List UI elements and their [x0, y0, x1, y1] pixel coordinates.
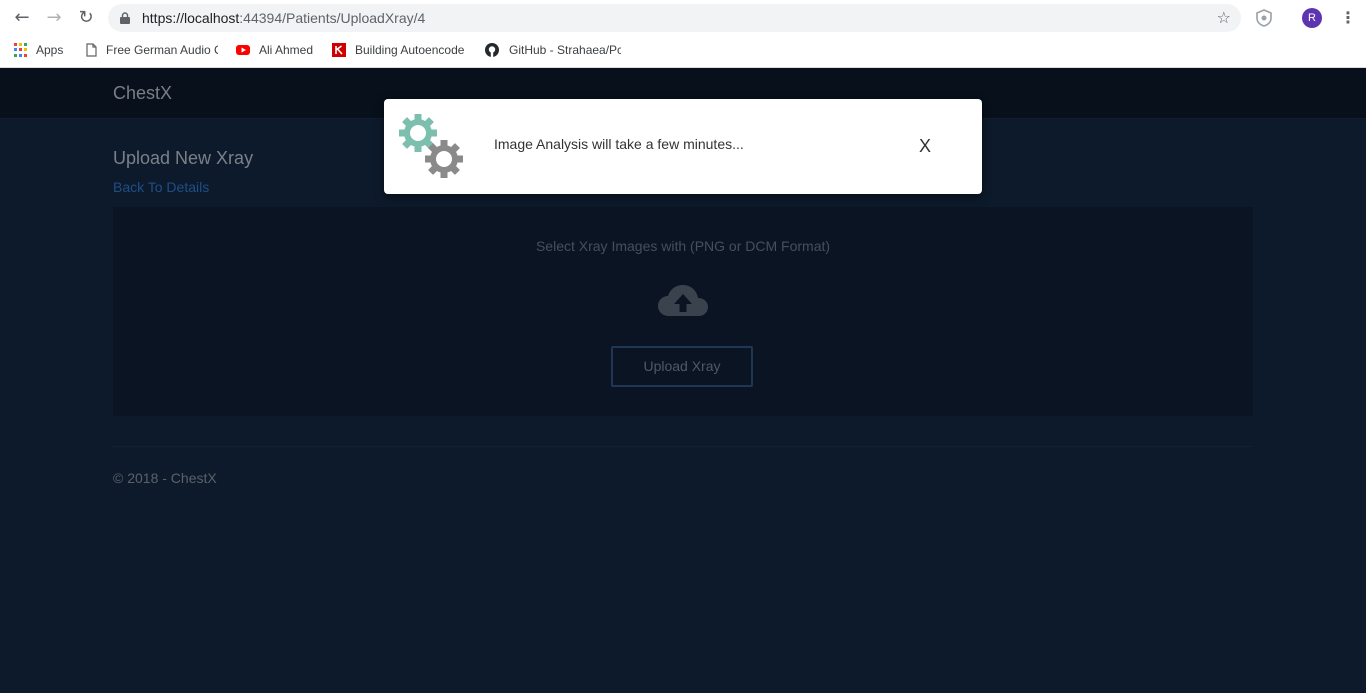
page-title: Upload New Xray — [113, 148, 254, 168]
forward-arrow-icon[interactable]: → — [44, 8, 64, 28]
cloud-upload-icon — [658, 285, 708, 316]
reload-icon[interactable]: ↻ — [76, 8, 96, 28]
url-text: https://localhost:44394/Patients/UploadX… — [142, 10, 426, 26]
back-to-details-link[interactable]: Back To Details — [113, 179, 209, 195]
kebab-menu-icon[interactable]: ⋮ — [1340, 8, 1356, 28]
lock-icon — [120, 12, 130, 24]
page-icon — [86, 43, 97, 57]
bookmark-label: Ali Ahmed — [259, 43, 314, 57]
upload-xray-button[interactable]: Upload Xray — [611, 346, 753, 387]
gears-icon — [399, 114, 463, 178]
shield-extension-icon[interactable] — [1256, 9, 1272, 27]
bookmark-german-audio[interactable]: Free German Audio C — [84, 42, 218, 58]
bookmark-label: GitHub - Strahaea/Pc — [509, 43, 621, 57]
browser-chrome: ← → ↻ https://localhost:44394/Patients/U… — [0, 0, 1366, 68]
apps-grid-icon — [14, 43, 28, 57]
bookmark-autoencode[interactable]: Building Autoencode — [332, 42, 467, 58]
footer-copyright: © 2018 - ChestX — [113, 470, 217, 486]
bookmark-github[interactable]: GitHub - Strahaea/Pc — [485, 42, 621, 58]
divider — [113, 446, 1253, 447]
bookmark-label: Apps — [36, 43, 64, 57]
bookmark-apps[interactable]: Apps — [14, 42, 63, 58]
youtube-icon — [236, 45, 250, 55]
bookmark-label: Building Autoencode — [355, 43, 465, 57]
back-arrow-icon[interactable]: ← — [12, 8, 32, 28]
bookmark-star-icon[interactable]: ☆ — [1217, 8, 1231, 27]
bookmark-label: Free German Audio C — [106, 43, 218, 57]
bookmark-ali-ahmed[interactable]: Ali Ahmed — [236, 42, 313, 58]
brand-link[interactable]: ChestX — [113, 83, 172, 104]
browser-toolbar: ← → ↻ https://localhost:44394/Patients/U… — [0, 0, 1366, 36]
profile-avatar[interactable]: R — [1302, 8, 1322, 28]
github-icon — [485, 43, 499, 57]
address-bar[interactable]: https://localhost:44394/Patients/UploadX… — [108, 4, 1241, 32]
modal-close-button[interactable]: X — [917, 135, 933, 157]
bookmarks-bar: Apps Free German Audio C Ali Ahmed Build… — [0, 38, 1366, 62]
upload-dropzone[interactable]: Select Xray Images with (PNG or DCM Form… — [113, 207, 1253, 416]
k-icon — [332, 43, 346, 57]
modal-message: Image Analysis will take a few minutes..… — [494, 136, 744, 152]
analysis-modal: Image Analysis will take a few minutes..… — [384, 99, 982, 194]
dropzone-instructions: Select Xray Images with (PNG or DCM Form… — [535, 238, 831, 254]
